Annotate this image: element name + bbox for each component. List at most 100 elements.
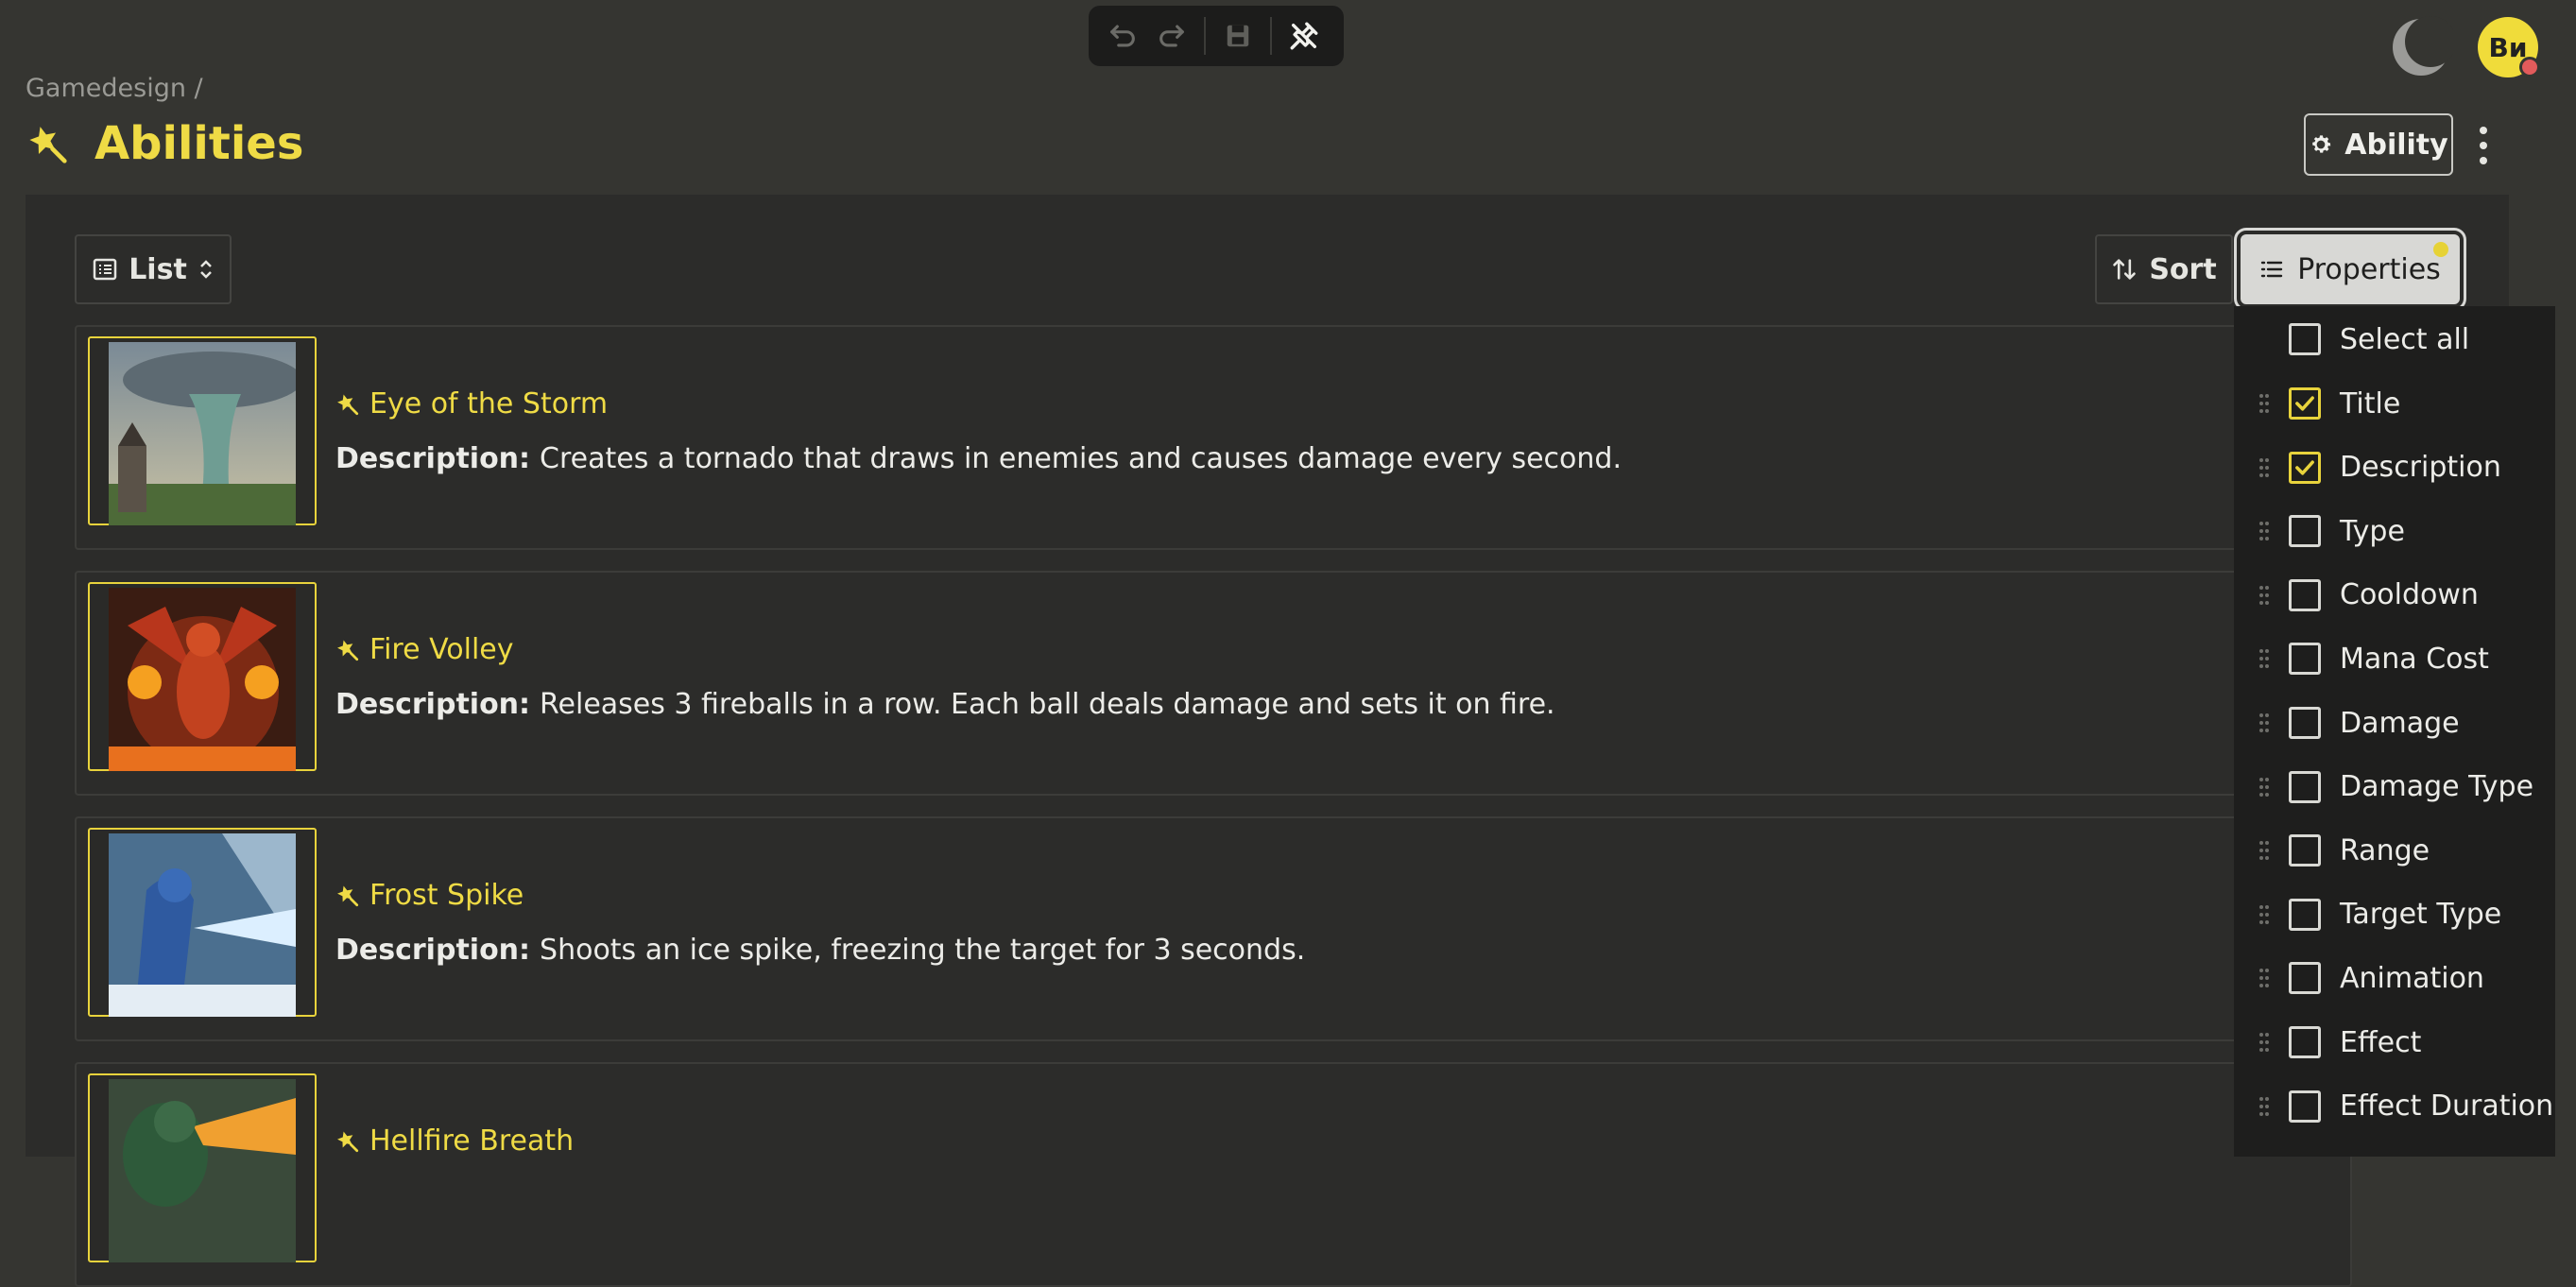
property-option[interactable]: Effect Duration	[2234, 1074, 2555, 1139]
ability-title-row: Fire Volley	[335, 633, 514, 666]
page-title: Abilities	[94, 117, 304, 170]
description-label: Description:	[335, 688, 531, 721]
drag-handle-icon[interactable]	[2258, 1031, 2270, 1054]
drag-handle-icon[interactable]	[2258, 712, 2270, 734]
more-options-icon[interactable]	[2472, 127, 2495, 164]
description-text: Shoots an ice spike, freezing the target…	[540, 934, 1306, 967]
property-label: Title	[2340, 386, 2401, 420]
properties-indicator-dot	[2433, 242, 2448, 257]
chevron-up-down-icon	[199, 260, 212, 279]
drag-handle-icon[interactable]	[2258, 903, 2270, 926]
drag-handle-icon[interactable]	[2258, 776, 2270, 798]
toolbar-divider	[1270, 17, 1272, 55]
ability-title[interactable]: Frost Spike	[369, 879, 524, 912]
ability-title-row: Frost Spike	[335, 879, 524, 912]
description-label: Description:	[335, 442, 531, 475]
view-mode-select[interactable]: List	[75, 234, 232, 304]
ability-description: Description: Creates a tornado that draws…	[335, 442, 1622, 475]
property-option[interactable]: Damage Type	[2234, 755, 2555, 819]
ability-star-icon	[337, 393, 359, 415]
ability-card[interactable]: Eye of the Storm Description: Creates a t…	[75, 325, 2352, 550]
property-label: Type	[2340, 514, 2405, 548]
theme-toggle-icon[interactable]	[2389, 15, 2456, 79]
property-option[interactable]: Target Type	[2234, 883, 2555, 947]
property-label: Animation	[2340, 961, 2484, 995]
ability-settings-button[interactable]: Ability	[2304, 113, 2453, 176]
property-option[interactable]: Animation	[2234, 946, 2555, 1010]
ability-description: Description: Releases 3 fireballs in a ro…	[335, 688, 1555, 721]
ability-image	[88, 1073, 317, 1262]
pin-icon[interactable]	[1279, 11, 1329, 60]
sort-icon	[2113, 259, 2137, 280]
property-checkbox[interactable]	[2289, 451, 2321, 484]
ability-card[interactable]: Hellfire Breath	[75, 1062, 2352, 1287]
property-checkbox[interactable]	[2289, 387, 2321, 420]
ability-star-icon	[29, 127, 67, 163]
properties-button[interactable]: Properties	[2234, 228, 2466, 311]
property-checkbox[interactable]	[2289, 834, 2321, 867]
property-option[interactable]: Title	[2234, 371, 2555, 436]
ability-star-icon	[337, 884, 359, 906]
drag-handle-icon[interactable]	[2258, 839, 2270, 862]
sort-button[interactable]: Sort	[2095, 234, 2233, 304]
property-option[interactable]: Range	[2234, 818, 2555, 883]
property-label: Effect Duration	[2340, 1090, 2554, 1124]
description-text: Creates a tornado that draws in enemies …	[540, 442, 1622, 475]
property-checkbox[interactable]	[2289, 1090, 2321, 1123]
property-label: Target Type	[2340, 898, 2502, 932]
property-option[interactable]: Effect	[2234, 1010, 2555, 1074]
drag-handle-icon[interactable]	[2258, 392, 2270, 415]
list-icon	[2260, 261, 2283, 278]
property-checkbox[interactable]	[2289, 515, 2321, 548]
property-option[interactable]: Description	[2234, 436, 2555, 500]
breadcrumb[interactable]: Gamedesign /	[26, 74, 203, 103]
ability-title[interactable]: Eye of the Storm	[369, 387, 608, 420]
drag-handle-icon[interactable]	[2258, 520, 2270, 542]
property-label: Damage Type	[2340, 770, 2534, 804]
property-option[interactable]: Cooldown	[2234, 563, 2555, 627]
property-checkbox[interactable]	[2289, 707, 2321, 739]
drag-handle-icon[interactable]	[2258, 647, 2270, 670]
ability-title[interactable]: Fire Volley	[369, 633, 514, 666]
property-option[interactable]: Mana Cost	[2234, 626, 2555, 691]
gear-icon	[2312, 135, 2331, 153]
property-option[interactable]: Type	[2234, 499, 2555, 563]
drag-handle-icon[interactable]	[2258, 967, 2270, 989]
page-header: Abilities	[26, 117, 303, 170]
select-all-checkbox[interactable]	[2289, 323, 2321, 355]
ability-title[interactable]: Hellfire Breath	[369, 1124, 574, 1158]
ability-title-row: Hellfire Breath	[335, 1124, 574, 1158]
property-label: Mana Cost	[2340, 642, 2489, 676]
save-icon[interactable]	[1213, 11, 1262, 60]
property-checkbox[interactable]	[2289, 578, 2321, 611]
ability-star-icon	[337, 639, 359, 661]
description-label: Description:	[335, 934, 531, 967]
ability-description: Description: Shoots an ice spike, freezin…	[335, 934, 1305, 967]
property-checkbox[interactable]	[2289, 770, 2321, 803]
property-label: Range	[2340, 833, 2430, 867]
undo-icon[interactable]	[1098, 11, 1147, 60]
check-icon	[2295, 396, 2314, 411]
property-label: Damage	[2340, 706, 2460, 740]
property-checkbox[interactable]	[2289, 962, 2321, 995]
list-view-icon	[93, 258, 117, 281]
drag-handle-icon[interactable]	[2258, 456, 2270, 479]
drag-handle-icon[interactable]	[2258, 1095, 2270, 1118]
property-checkbox[interactable]	[2289, 643, 2321, 676]
ability-image	[88, 336, 317, 525]
property-option[interactable]: Damage	[2234, 691, 2555, 755]
editor-toolbar	[1089, 6, 1344, 66]
avatar-status-badge	[2519, 57, 2540, 77]
property-checkbox[interactable]	[2289, 1026, 2321, 1058]
drag-handle-icon[interactable]	[2258, 584, 2270, 607]
ability-card[interactable]: Fire Volley Description: Releases 3 fireb…	[75, 571, 2352, 796]
ability-card[interactable]: Frost Spike Description: Shoots an ice sp…	[75, 816, 2352, 1041]
description-text: Releases 3 fireballs in a row. Each ball…	[540, 688, 1555, 721]
view-mode-label: List	[129, 252, 187, 286]
select-all-option[interactable]: Select all	[2234, 307, 2555, 371]
ability-title-row: Eye of the Storm	[335, 387, 608, 420]
ability-star-icon	[337, 1130, 359, 1152]
property-checkbox[interactable]	[2289, 898, 2321, 931]
redo-icon[interactable]	[1147, 11, 1196, 60]
property-label: Cooldown	[2340, 578, 2479, 612]
